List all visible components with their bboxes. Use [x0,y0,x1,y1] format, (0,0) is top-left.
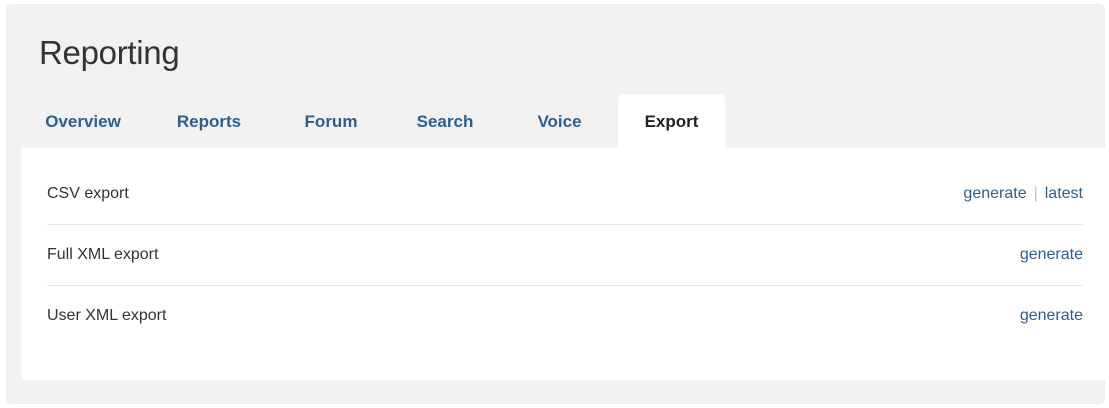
export-row-csv: CSV export generate | latest [47,164,1083,225]
page-title: Reporting [39,34,180,71]
link-separator: | [1033,185,1038,202]
export-row-user-xml: User XML export generate [47,286,1083,346]
tab-reports[interactable]: Reports [145,94,273,149]
export-actions: generate [1020,307,1083,325]
export-label: CSV export [47,185,129,202]
full-xml-generate-link[interactable]: generate [1020,246,1083,264]
reporting-container: Reporting Overview Reports Forum Search … [6,4,1107,404]
export-row-full-xml: Full XML export generate [47,225,1083,286]
csv-latest-link[interactable]: latest [1045,185,1083,203]
export-panel: CSV export generate | latest Full XML ex… [21,148,1107,380]
user-xml-generate-link[interactable]: generate [1020,307,1083,325]
export-actions: generate | latest [963,185,1083,203]
tab-forum[interactable]: Forum [273,94,389,149]
export-label: Full XML export [47,246,159,263]
tab-voice[interactable]: Voice [501,94,618,149]
export-label: User XML export [47,307,167,324]
export-actions: generate [1020,246,1083,264]
tab-search[interactable]: Search [389,94,501,149]
csv-generate-link[interactable]: generate [963,185,1026,203]
tab-export[interactable]: Export [618,94,725,149]
tab-overview[interactable]: Overview [21,94,145,149]
tab-bar: Overview Reports Forum Search Voice Expo… [21,94,725,149]
